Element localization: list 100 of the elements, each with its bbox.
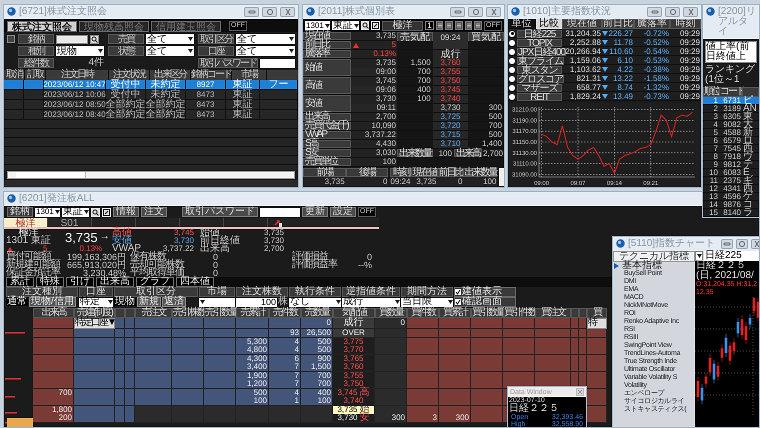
search-button[interactable] bbox=[360, 21, 370, 30]
horizontal-scrollbar[interactable] bbox=[7, 171, 295, 179]
close-button[interactable] bbox=[683, 7, 698, 17]
index-name-button[interactable]: TOPIX bbox=[517, 38, 562, 46]
list-item[interactable]: 基本指標 bbox=[622, 262, 662, 270]
table-row[interactable]: 4 9082 大 bbox=[703, 121, 759, 129]
dropdown[interactable]: 当日限 bbox=[401, 298, 453, 306]
table-row[interactable]: 8 7918 ヴ bbox=[703, 153, 759, 161]
input-field[interactable] bbox=[56, 34, 88, 44]
dropdown[interactable]: 値上率(前日終値上 bbox=[705, 41, 757, 63]
table-row[interactable]: 2023/06/12 08:50全部約定全部約定 8473 東証 bbox=[4, 100, 298, 110]
dropdown[interactable]: 特 bbox=[587, 318, 607, 329]
settings-button[interactable] bbox=[736, 239, 748, 249]
radio-button[interactable] bbox=[509, 40, 515, 46]
expand-button[interactable] bbox=[102, 208, 111, 216]
quantity-field[interactable]: 100 bbox=[236, 298, 277, 306]
table-cell bbox=[407, 346, 439, 355]
checkbox[interactable]: 建値表示 bbox=[454, 287, 516, 297]
toolbar-button[interactable] bbox=[464, 21, 472, 30]
dropdown[interactable]: 1301 bbox=[35, 208, 60, 216]
dropdown[interactable]: 全て bbox=[236, 34, 295, 44]
toggle-button[interactable]: 返済 bbox=[162, 297, 186, 307]
table-row[interactable]: 1 6731 ピ bbox=[703, 97, 759, 105]
radio-button[interactable] bbox=[509, 94, 515, 100]
radio-button[interactable] bbox=[509, 76, 515, 82]
dropdown[interactable]: 成行 bbox=[342, 298, 400, 306]
password-field[interactable] bbox=[260, 58, 295, 68]
dropdown[interactable]: 東証 bbox=[62, 208, 89, 216]
tab[interactable]: 四本値 bbox=[176, 277, 214, 287]
dropdown[interactable]: 特定口座▼ bbox=[74, 318, 115, 329]
dropdown[interactable]: 現物 bbox=[56, 46, 104, 56]
settings-button[interactable] bbox=[262, 7, 277, 17]
minimize-button[interactable] bbox=[244, 7, 259, 17]
tab[interactable]: 信用建玉照会 bbox=[151, 21, 221, 32]
dropdown[interactable] bbox=[199, 298, 235, 306]
toolbar-button[interactable] bbox=[436, 21, 444, 30]
tab[interactable]: 株式注文照会 bbox=[7, 21, 77, 32]
minimize-button[interactable] bbox=[647, 7, 662, 17]
table-row[interactable]: 9 9812 テ bbox=[703, 161, 759, 169]
index-name-button[interactable]: REIT bbox=[517, 92, 562, 100]
table-row[interactable]: 15 8140 ラ bbox=[703, 209, 759, 217]
dropdown[interactable]: 全て bbox=[236, 46, 295, 56]
radio-button[interactable] bbox=[509, 58, 515, 64]
toggle-button[interactable]: 新規 bbox=[137, 297, 161, 307]
minimize-button[interactable] bbox=[721, 239, 734, 249]
toolbar-button[interactable]: 設定 bbox=[330, 207, 356, 217]
search-button[interactable] bbox=[90, 34, 99, 44]
radio-button[interactable] bbox=[509, 84, 515, 90]
dropdown-button[interactable] bbox=[695, 251, 703, 261]
close-button[interactable] bbox=[280, 7, 295, 17]
tab[interactable]: S01 bbox=[48, 218, 92, 227]
toolbar-button[interactable]: 更新 bbox=[302, 207, 328, 217]
toolbar-button[interactable] bbox=[445, 21, 454, 30]
tab[interactable]: 極洋 bbox=[4, 218, 48, 227]
table-row[interactable]: 13 4596 ゲ bbox=[703, 193, 759, 201]
toolbar-button[interactable] bbox=[474, 21, 482, 30]
dropdown[interactable]: 特定 bbox=[79, 298, 113, 306]
tab[interactable]: 比較 bbox=[536, 19, 562, 29]
password-field[interactable] bbox=[260, 208, 300, 216]
minimize-button[interactable] bbox=[450, 7, 465, 17]
tab[interactable]: グラフ bbox=[136, 277, 174, 287]
symbol-field[interactable]: 日経225 bbox=[704, 251, 759, 261]
index-name-button[interactable]: グロスコア bbox=[517, 74, 564, 82]
tab[interactable]: 引け bbox=[66, 277, 94, 287]
toolbar-button[interactable]: 情報 bbox=[112, 207, 139, 217]
search-button[interactable] bbox=[90, 208, 100, 216]
table-row[interactable]: 2023/06/12 10:06 受付中 未約定 8473 東証 bbox=[4, 90, 298, 100]
index-name-button[interactable]: 東スタン bbox=[517, 66, 562, 74]
radio-button[interactable] bbox=[509, 48, 515, 54]
toolbar-button[interactable]: 注文 bbox=[140, 207, 167, 217]
dropdown[interactable]: 全て bbox=[146, 34, 194, 44]
index-name-button[interactable]: 東プライム bbox=[517, 56, 564, 64]
vertical-scrollbar[interactable] bbox=[499, 168, 504, 186]
tab[interactable]: 出来高 bbox=[96, 277, 134, 287]
table-row[interactable]: 7 7545 西 bbox=[703, 145, 759, 153]
table-row[interactable]: 14 9876 コ bbox=[703, 201, 759, 209]
checkbox[interactable] bbox=[7, 35, 15, 43]
radio-button[interactable] bbox=[509, 66, 515, 72]
dropdown[interactable]: 全て bbox=[146, 46, 194, 56]
index-name-button[interactable]: 日経225 bbox=[517, 30, 562, 38]
dropdown[interactable]: 東証 bbox=[332, 21, 359, 30]
checkbox[interactable]: 確認画面 bbox=[454, 297, 516, 307]
radio-button[interactable] bbox=[509, 30, 515, 36]
index-name-button[interactable]: マザーズ bbox=[517, 84, 562, 92]
expand-button[interactable] bbox=[371, 21, 380, 30]
settings-button[interactable] bbox=[468, 7, 483, 17]
settings-button[interactable] bbox=[665, 7, 680, 17]
table-row[interactable]: 11 2375 ギ bbox=[703, 177, 759, 185]
tab[interactable]: 現物残高照会 bbox=[79, 21, 149, 32]
tab[interactable]: 累計 bbox=[6, 277, 34, 287]
table-row[interactable]: 2023/06/12 08:40全部約定全部約定 8473 東証 bbox=[4, 110, 298, 120]
toggle-button[interactable]: 現物/信用 bbox=[29, 297, 76, 307]
dropdown[interactable]: 1301 bbox=[305, 21, 330, 30]
close-button[interactable] bbox=[486, 7, 501, 17]
dropdown[interactable]: なし bbox=[289, 298, 341, 306]
tab[interactable]: 特殊 bbox=[36, 277, 64, 287]
table-row[interactable]: 3 6305 東 bbox=[703, 113, 759, 121]
table-row[interactable]: 12 4341 西 bbox=[703, 185, 759, 193]
index-name-button[interactable]: JPX日経400 bbox=[517, 48, 566, 56]
table-row[interactable]: 5 4588 新 bbox=[703, 129, 759, 137]
